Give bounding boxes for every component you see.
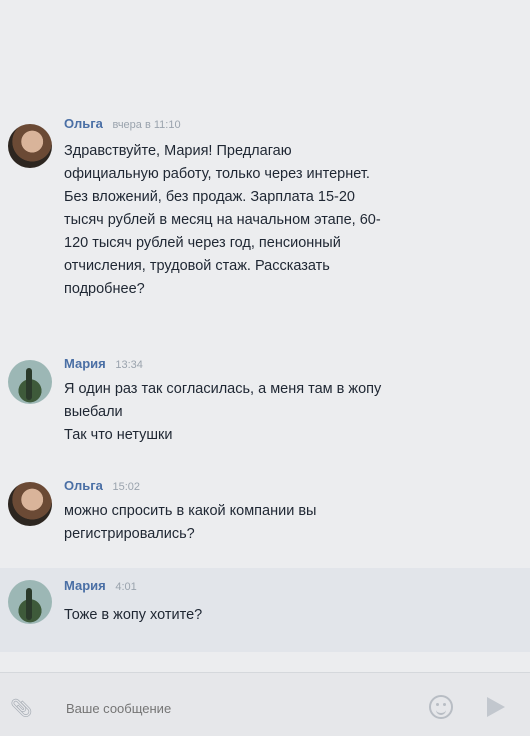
- message-composer: 📎︎: [0, 672, 530, 736]
- paperclip-icon[interactable]: 📎︎: [10, 699, 33, 717]
- message-text: Здравствуйте, Мария! Предлагаю официальн…: [64, 143, 381, 297]
- message-item: Ольга 15:02 можно спросить в какой компа…: [0, 474, 530, 564]
- message-input[interactable]: [64, 697, 368, 719]
- author-name[interactable]: Ольга: [64, 478, 103, 493]
- author-name[interactable]: Мария: [64, 578, 106, 593]
- message-time: 15:02: [112, 481, 140, 493]
- avatar[interactable]: [8, 580, 52, 624]
- avatar[interactable]: [8, 482, 52, 526]
- message-item: Мария 4:01 Тоже в жопу хотите?: [0, 568, 530, 652]
- message-time: 4:01: [115, 581, 137, 593]
- message-text: Я один раз так согласилась, а меня там в…: [64, 381, 382, 443]
- author-name[interactable]: Мария: [64, 356, 106, 371]
- send-arrow-icon[interactable]: [487, 697, 505, 717]
- message-time: вчера в 11:10: [112, 119, 181, 131]
- avatar[interactable]: [8, 124, 52, 168]
- chat-history: Ольга вчера в 11:10 Здравствуйте, Мария!…: [0, 0, 530, 735]
- author-name[interactable]: Ольга: [64, 116, 103, 131]
- message-item: Ольга вчера в 11:10 Здравствуйте, Мария!…: [0, 110, 530, 335]
- message-text: можно спросить в какой компании вы регис…: [64, 503, 317, 542]
- message-text: Тоже в жопу хотите?: [64, 607, 203, 623]
- smile-icon[interactable]: [429, 695, 453, 719]
- avatar[interactable]: [8, 360, 52, 404]
- message-time: 13:34: [115, 359, 143, 371]
- message-item: Мария 13:34 Я один раз так согласилась, …: [0, 352, 530, 464]
